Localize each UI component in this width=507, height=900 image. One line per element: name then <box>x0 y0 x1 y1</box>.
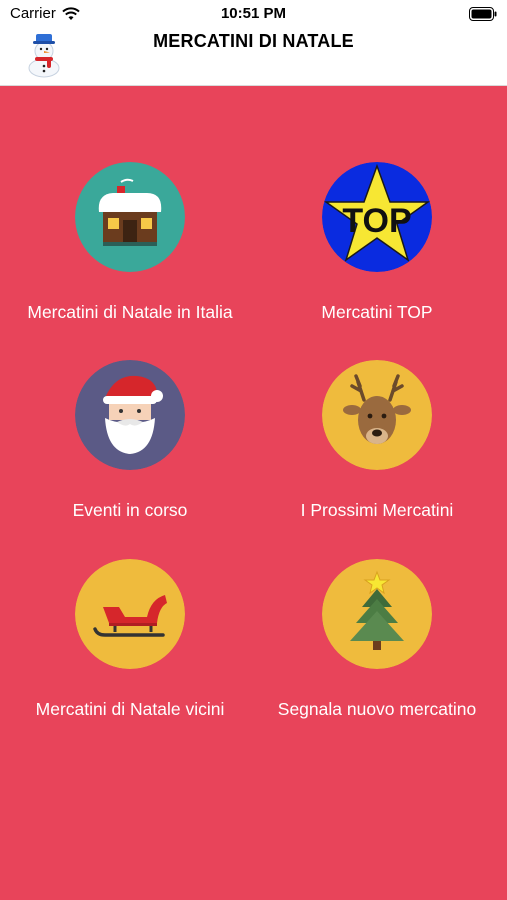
menu-item-top-markets[interactable]: TOP Mercatini TOP <box>250 162 504 362</box>
menu-label-report-market: Segnala nuovo mercatino <box>277 699 477 719</box>
menu-label-top-markets: Mercatini TOP <box>321 302 433 322</box>
menu-item-current-events[interactable]: Eventi in corso <box>3 360 257 560</box>
menu-item-italy-markets[interactable]: Mercatini di Natale in Italia <box>3 162 257 362</box>
page-title: MERCATINI DI NATALE <box>153 31 354 51</box>
menu-label-upcoming-markets: I Prossimi Mercatini <box>300 500 454 520</box>
menu-grid: Mercatini di Natale in Italia TOP Mercat… <box>0 86 507 900</box>
menu-item-report-market[interactable]: Segnala nuovo mercatino <box>250 559 504 759</box>
reindeer-icon[interactable] <box>322 360 432 470</box>
menu-label-current-events: Eventi in corso <box>72 500 188 520</box>
sleigh-icon[interactable] <box>75 559 185 669</box>
navigation-bar: MERCATINI DI NATALE <box>0 28 507 86</box>
menu-label-nearby-markets: Mercatini di Natale vicini <box>35 699 225 719</box>
christmas-tree-icon[interactable] <box>322 559 432 669</box>
menu-item-upcoming-markets[interactable]: I Prossimi Mercatini <box>250 360 504 560</box>
top-star-text: TOP <box>342 202 411 240</box>
status-bar: Carrier 10:51 PM <box>0 0 507 28</box>
menu-item-nearby-markets[interactable]: Mercatini di Natale vicini <box>3 559 257 759</box>
battery-icon <box>469 7 497 21</box>
santa-icon[interactable] <box>75 360 185 470</box>
status-time: 10:51 PM <box>220 5 287 22</box>
top-star-icon[interactable]: TOP <box>322 162 432 272</box>
menu-label-italy-markets: Mercatini di Natale in Italia <box>27 302 233 322</box>
house-icon[interactable] <box>75 162 185 272</box>
